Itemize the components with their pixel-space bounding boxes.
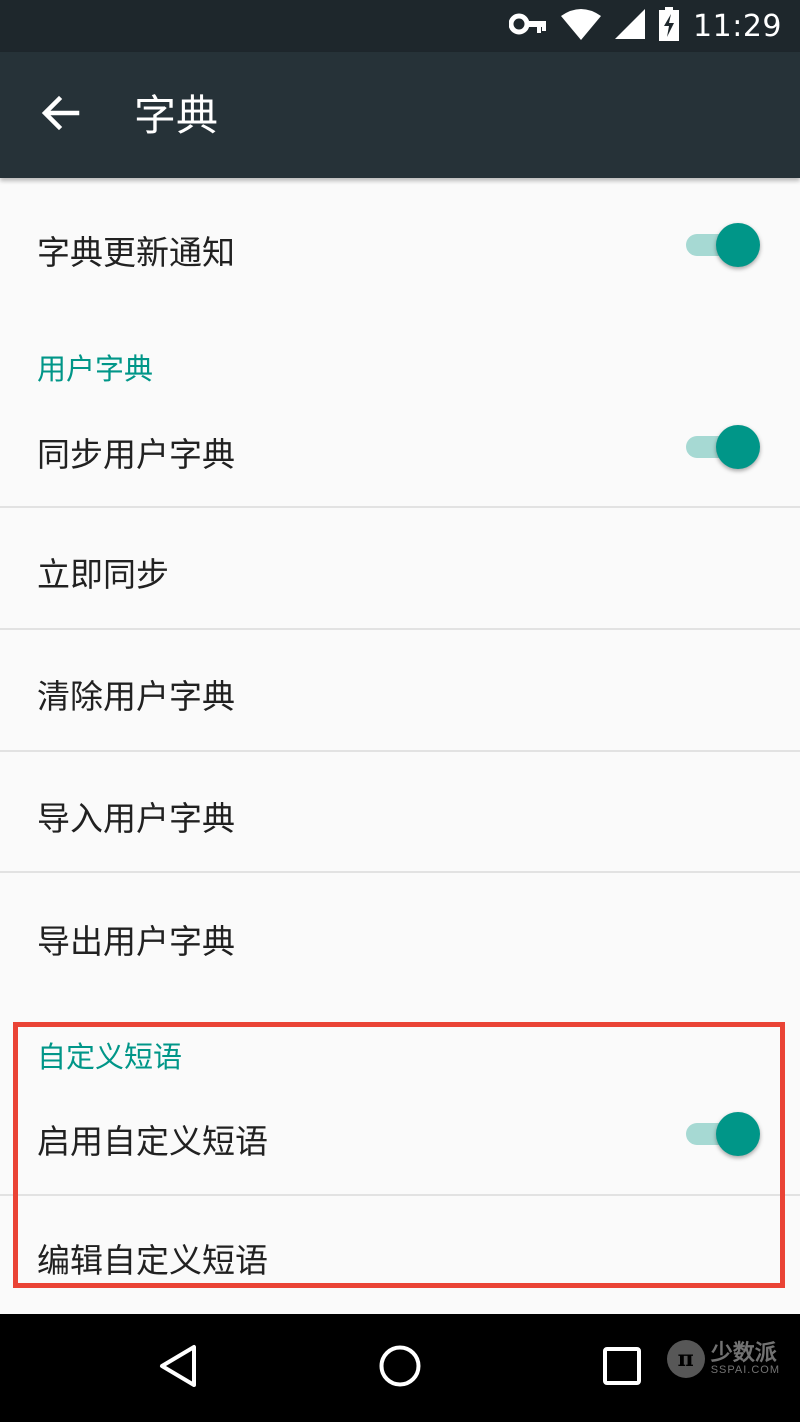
setting-label: 立即同步 (37, 555, 169, 594)
navigation-bar: π 少数派 SSPAI.COM (0, 1314, 800, 1422)
nav-recents-button[interactable] (594, 1340, 650, 1396)
dict-update-notify-switch[interactable] (686, 223, 760, 267)
nav-back-button[interactable] (150, 1340, 206, 1396)
nav-home-button[interactable] (372, 1340, 428, 1396)
setting-label: 导出用户字典 (37, 922, 235, 961)
setting-sync-user-dict[interactable]: 同步用户字典 (0, 400, 800, 506)
battery-charging-icon (659, 7, 680, 45)
setting-clear-user-dict[interactable]: 清除用户字典 (0, 630, 800, 750)
setting-label: 同步用户字典 (37, 435, 235, 474)
watermark-cn: 少数派 (710, 1340, 777, 1366)
home-circle-icon (378, 1344, 422, 1392)
watermark-text: 少数派 SSPAI.COM (710, 1340, 780, 1376)
status-time: 11:29 (693, 8, 782, 44)
recents-square-icon (602, 1346, 642, 1390)
watermark-badge: π (666, 1340, 705, 1378)
setting-sync-now[interactable]: 立即同步 (0, 508, 800, 628)
app-bar: 字典 (0, 52, 800, 178)
section-header-user-dict: 用户字典 (37, 352, 154, 386)
wifi-icon (561, 8, 602, 44)
status-bar: 11:29 (0, 0, 800, 52)
page-title: 字典 (134, 91, 219, 140)
cell-signal-icon (615, 9, 646, 43)
setting-label: 清除用户字典 (37, 677, 235, 716)
sync-user-dict-switch[interactable] (686, 425, 760, 469)
setting-export-user-dict[interactable]: 导出用户字典 (0, 873, 800, 995)
setting-label: 导入用户字典 (37, 799, 235, 838)
status-icons: 11:29 (508, 7, 782, 45)
watermark: π 少数派 SSPAI.COM (666, 1340, 780, 1378)
watermark-en: SSPAI.COM (710, 1363, 780, 1376)
highlight-box (13, 1022, 785, 1288)
back-button[interactable] (28, 82, 94, 148)
setting-import-user-dict[interactable]: 导入用户字典 (0, 752, 800, 872)
switch-thumb (716, 223, 760, 267)
back-triangle-icon (158, 1344, 198, 1392)
vpn-key-icon (508, 13, 547, 39)
setting-dict-update-notify[interactable]: 字典更新通知 (0, 183, 800, 309)
arrow-back-icon (41, 93, 81, 137)
switch-thumb (716, 425, 760, 469)
setting-label: 字典更新通知 (37, 233, 235, 272)
